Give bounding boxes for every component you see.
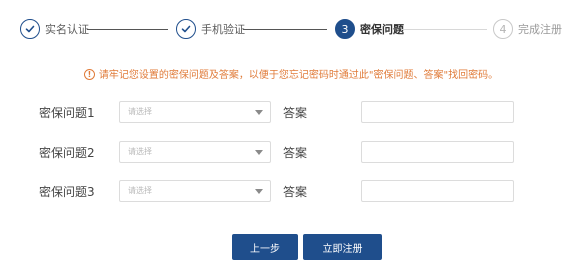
select-placeholder: 请选择 xyxy=(128,107,152,116)
step-number-badge: 4 xyxy=(493,19,513,39)
step-real-name: 实名认证 xyxy=(20,18,89,40)
answer-input-2[interactable] xyxy=(361,141,514,163)
check-circle-icon xyxy=(176,19,196,39)
question-select-2[interactable]: 请选择 xyxy=(119,141,271,163)
step-progress-bar: 实名认证 手机验证 3 密保问题 4 完成注册 xyxy=(0,0,582,60)
answer-label: 答案 xyxy=(283,106,308,120)
answer-label: 答案 xyxy=(283,185,308,199)
caret-down-icon xyxy=(255,189,263,194)
register-security-page: 实名认证 手机验证 3 密保问题 4 完成注册 ! 请牢记您设置的密保问题及答案，… xyxy=(0,0,582,277)
answer-input-3[interactable] xyxy=(361,180,514,202)
register-now-button[interactable]: 立即注册 xyxy=(303,234,382,260)
warning-circle-icon: ! xyxy=(83,68,95,80)
notice-text: 请牢记您设置的密保问题及答案，以便于您忘记密码时通过此"密保问题、答案"找回密码… xyxy=(98,70,499,81)
step-label: 实名认证 xyxy=(45,23,89,36)
step-connector xyxy=(87,29,168,30)
check-circle-icon xyxy=(20,19,40,39)
answer-input-1[interactable] xyxy=(361,101,514,123)
question-row-3: 密保问题3 请选择 答案 xyxy=(0,180,582,204)
question-select-3[interactable]: 请选择 xyxy=(119,180,271,202)
question-label: 密保问题3 xyxy=(39,185,95,199)
select-placeholder: 请选择 xyxy=(128,186,152,195)
question-select-1[interactable]: 请选择 xyxy=(119,101,271,123)
question-label: 密保问题1 xyxy=(39,106,95,120)
step-label: 手机验证 xyxy=(201,23,245,36)
select-placeholder: 请选择 xyxy=(128,147,152,156)
question-row-2: 密保问题2 请选择 答案 xyxy=(0,141,582,165)
question-label: 密保问题2 xyxy=(39,146,95,160)
step-number-badge: 3 xyxy=(335,19,355,39)
step-connector xyxy=(402,29,487,30)
step-label: 密保问题 xyxy=(360,23,404,36)
answer-label: 答案 xyxy=(283,146,308,160)
previous-step-button[interactable]: 上一步 xyxy=(232,234,298,260)
caret-down-icon xyxy=(255,150,263,155)
question-row-1: 密保问题1 请选择 答案 xyxy=(0,101,582,125)
caret-down-icon xyxy=(255,110,263,115)
step-complete: 4 完成注册 xyxy=(493,18,562,40)
step-connector xyxy=(243,29,327,30)
step-label: 完成注册 xyxy=(518,23,562,36)
security-notice: ! 请牢记您设置的密保问题及答案，以便于您忘记密码时通过此"密保问题、答案"找回密… xyxy=(0,66,582,81)
step-phone-verify: 手机验证 xyxy=(176,18,245,40)
step-security-question: 3 密保问题 xyxy=(335,18,404,40)
